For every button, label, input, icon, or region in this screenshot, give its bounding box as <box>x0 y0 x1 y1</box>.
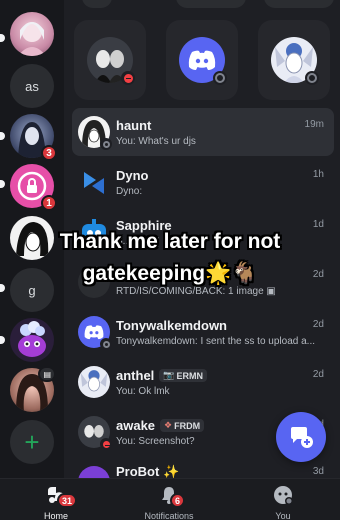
tab-notifications[interactable]: 6 Notifications <box>134 483 204 520</box>
add-server-button[interactable]: + <box>10 420 54 464</box>
avatar <box>78 316 112 350</box>
dm-preview: You: Ok lmk <box>116 386 170 397</box>
friend-card[interactable] <box>264 0 334 8</box>
server-anime-girl[interactable] <box>10 12 54 56</box>
unread-indicator <box>0 180 5 188</box>
unread-indicator <box>0 34 5 42</box>
server-mention-badge: 3 <box>41 145 57 161</box>
dm-row-haunt[interactable]: haunt You: What's ur djs 19m <box>72 108 334 156</box>
avatar <box>78 366 110 398</box>
tab-home[interactable]: 31 Home <box>21 483 91 520</box>
plus-icon: + <box>10 420 54 464</box>
tab-label: You <box>275 511 291 520</box>
server-dark-hair[interactable]: 3 <box>10 114 57 161</box>
friend-card[interactable] <box>82 0 112 8</box>
offline-status-icon <box>305 71 319 85</box>
dm-timestamp: 1h <box>312 169 324 180</box>
dm-name: Tonywalkemdown <box>116 318 227 333</box>
overlay-caption-line1: Thank me later for not <box>59 230 281 253</box>
dm-timestamp: 19m <box>304 119 324 130</box>
avatar <box>271 37 319 85</box>
dm-preview: You: What's ur djs <box>116 136 196 147</box>
server-tag: ❖ FRDM <box>160 419 205 432</box>
avatar <box>78 416 112 450</box>
unread-indicator <box>0 132 5 140</box>
server-tag: 📷 ERMN <box>159 369 208 382</box>
dm-timestamp: 3d <box>312 466 324 477</box>
dnd-status-icon <box>121 71 135 85</box>
dm-timestamp: 2d <box>312 369 324 380</box>
avatar <box>78 166 110 198</box>
avatar-icon <box>274 486 293 505</box>
dm-name: haunt <box>116 118 152 133</box>
dm-name: awake ❖ FRDM <box>116 418 205 433</box>
server-initials: as <box>10 64 54 108</box>
dm-name: Dyno <box>116 168 149 183</box>
bottom-tab-bar: 31 Home 6 Notifications You <box>0 478 340 520</box>
tab-label: Notifications <box>144 511 194 520</box>
dm-timestamp: 1d <box>312 219 324 230</box>
discord-logo-icon <box>188 50 216 70</box>
offline-status-icon <box>100 138 112 150</box>
dm-preview: Tonywalkemdown: I sent the ss to upload … <box>116 336 315 347</box>
server-selfie[interactable]: ▤ <box>10 366 56 412</box>
chat-icon: ▤ <box>38 366 56 382</box>
overlay-emoji: 🌟🐐 <box>205 262 258 285</box>
new-message-button[interactable] <box>276 412 326 462</box>
avatar <box>87 37 135 85</box>
friend-card[interactable] <box>166 20 238 100</box>
home-unread-badge: 31 <box>57 493 78 508</box>
dm-row-dyno[interactable]: Dyno Dyno: 1h <box>72 158 334 206</box>
dm-preview: RTD/IS/COMING/BACK: 1 image ▣ <box>116 286 276 297</box>
image-icon: ▣ <box>266 286 276 297</box>
offline-status-icon <box>100 338 112 350</box>
sparkle-icon: ✨ <box>162 464 180 478</box>
camera-icon: 📷 <box>163 370 175 380</box>
avatar <box>78 466 110 478</box>
dm-name: ProBot ✨ <box>116 464 180 478</box>
notifications-badge: 6 <box>170 493 186 508</box>
dnd-status-icon <box>100 438 112 450</box>
friend-card[interactable] <box>74 20 146 100</box>
tag-icon: ❖ <box>164 420 173 430</box>
discord-logo-icon <box>84 325 104 340</box>
friend-card[interactable] <box>176 0 246 8</box>
avatar <box>78 116 112 150</box>
offline-status-icon <box>213 71 227 85</box>
new-message-icon <box>291 427 313 448</box>
friend-card[interactable] <box>258 20 330 100</box>
server-pink-lock[interactable]: 1 <box>10 164 57 211</box>
server-as[interactable]: as <box>10 64 54 108</box>
dm-timestamp: 2d <box>312 319 324 330</box>
dm-preview: Dyno: <box>116 186 143 197</box>
tab-you[interactable]: You <box>248 483 318 520</box>
dm-name: anthel 📷 ERMN <box>116 368 208 383</box>
dm-row-anthel[interactable]: anthel 📷 ERMN You: Ok lmk 2d <box>72 358 334 406</box>
server-mention-badge: 1 <box>41 195 57 211</box>
unread-indicator <box>0 336 5 344</box>
dyno-logo-icon <box>84 172 104 194</box>
overlay-caption-line2: gatekeeping🌟🐐 <box>82 262 258 285</box>
server-purple-creature[interactable] <box>10 318 54 362</box>
dm-row-tonywalkemdown[interactable]: Tonywalkemdown Tonywalkemdown: I sent th… <box>72 308 334 356</box>
avatar <box>179 37 227 85</box>
tab-label: Home <box>43 511 68 520</box>
